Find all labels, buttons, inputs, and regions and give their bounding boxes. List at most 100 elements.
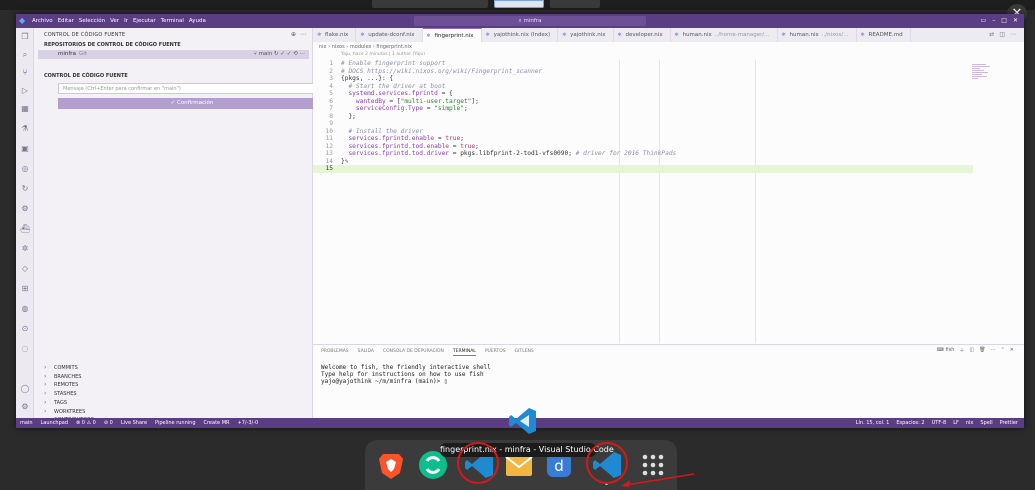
repos-header[interactable]: REPOSITORIOS DE CONTROL DE CÓDIGO FUENTE	[38, 42, 181, 48]
sidebar-section[interactable]: COMMITS	[38, 364, 309, 373]
repo-branch[interactable]: main	[259, 51, 273, 57]
breadcrumb[interactable]: nix › nixos › modules › fingerprint.nix	[319, 44, 412, 50]
command-center[interactable]: ⌕ minfra	[414, 16, 646, 26]
maximize-panel-icon[interactable]: ⌃	[1001, 347, 1005, 354]
testing-icon[interactable]: ⚗	[20, 124, 30, 134]
sidebar-section[interactable]: STASHES	[38, 390, 309, 399]
editor-tab[interactable]: ❄ human.nix ../nixos/...	[778, 28, 857, 42]
editor-tab[interactable]: ❄ yajothink.nix (Index)	[482, 28, 559, 42]
compare-icon[interactable]: ⇄	[989, 31, 994, 38]
repo-vcs: Git	[78, 51, 87, 57]
menu-item[interactable]: Ejecutar	[133, 17, 156, 25]
new-view-icon[interactable]: ⊕	[291, 31, 296, 38]
menu-item[interactable]: Ir	[124, 17, 128, 25]
more-icon[interactable]: ⋯	[991, 347, 996, 354]
status-item[interactable]: ⊗ 0 ⚠ 0	[76, 418, 96, 428]
sidebar-section[interactable]: TAGS	[38, 399, 309, 408]
status-item[interactable]: Prettier	[1000, 418, 1018, 428]
sidebar-section[interactable]: REMOTES	[38, 381, 309, 390]
commit-message-input[interactable]: Mensaje (Ctrl+Enter para confirmar en "m…	[58, 83, 326, 94]
copilot-icon[interactable]: ◍	[20, 304, 30, 314]
repo-row[interactable]: minfra Git ⑂ main ↻ ✓ ✓ ⟲ ⋯	[38, 50, 309, 59]
status-item[interactable]: Pipeline running	[155, 418, 195, 428]
explorer-icon[interactable]: ❐	[20, 32, 30, 42]
run-debug-icon[interactable]: ▷	[20, 86, 30, 96]
status-item[interactable]: Lín. 15, col. 1	[856, 418, 890, 428]
editor-tab[interactable]: ❄ flake.nix	[313, 28, 357, 42]
add-terminal-icon[interactable]: ＋	[959, 347, 964, 354]
menu-item[interactable]: Ver	[110, 17, 119, 25]
editor-tab[interactable]: ❄ human.nix ../home-manager/...	[671, 28, 778, 42]
remote-explorer-icon[interactable]: ▣	[20, 144, 30, 154]
code-editor[interactable]: 1 # Enable fingerprint support 2 # DOCS htt…	[313, 60, 973, 344]
status-item[interactable]: Create MR	[204, 418, 230, 428]
panel-tab[interactable]: SALIDA	[358, 348, 374, 356]
editor-tab[interactable]: ❄ yajothink.nix	[558, 28, 614, 42]
status-item[interactable]: Spell	[980, 418, 992, 428]
code-token: true	[460, 142, 476, 150]
panel-tab[interactable]: PUERTOS	[485, 348, 506, 356]
settings-gear-icon[interactable]: ⚙	[20, 402, 30, 412]
sidebar-section[interactable]: BRANCHES	[38, 373, 309, 382]
close-window-icon[interactable]: ✕	[1013, 17, 1018, 24]
editor-tab[interactable]: ❄ fingerprint.nix	[422, 28, 482, 42]
panel-tab[interactable]: PROBLEMAS	[321, 348, 349, 356]
editor-tab[interactable]: ❄ update-dconf.nix	[356, 28, 423, 42]
menu-item[interactable]: Selección	[79, 17, 105, 25]
panel-tab[interactable]: TERMINAL	[452, 348, 476, 356]
tab-label: fingerprint.nix	[434, 33, 474, 39]
terraform-icon[interactable]: ⊞	[20, 284, 30, 294]
editor-tab[interactable]: ❄ developer.nix	[614, 28, 671, 42]
panel-tab[interactable]: GITLENS	[515, 348, 534, 356]
status-item[interactable]: Launchpad	[41, 418, 69, 428]
split-editor-icon[interactable]: ◫	[999, 31, 1005, 38]
chat-icon[interactable]: ◌	[20, 344, 30, 354]
status-item[interactable]: Live Share	[121, 418, 147, 428]
status-item[interactable]: main	[20, 418, 33, 428]
sidebar-section[interactable]: WORKTREES	[38, 408, 309, 417]
docker-icon[interactable]: ⛴	[20, 224, 30, 234]
more-icon[interactable]: ⋯	[1010, 31, 1016, 38]
kill-terminal-icon[interactable]: 🗑	[979, 347, 985, 354]
workspace-thumb-2[interactable]	[494, 0, 544, 8]
commit-button[interactable]: ✓ Confirmación	[58, 98, 326, 109]
menu-item[interactable]: Terminal	[161, 17, 184, 25]
status-item[interactable]: UTF-8	[932, 418, 947, 428]
brave-icon[interactable]	[375, 449, 407, 481]
status-item[interactable]: nix	[966, 418, 974, 428]
split-terminal-icon[interactable]: ◫	[970, 347, 975, 354]
extensions-icon[interactable]: ▦	[20, 104, 30, 114]
gitlab-icon[interactable]: ◇	[20, 264, 30, 274]
account-icon[interactable]: ◯	[20, 384, 30, 394]
minimize-icon[interactable]: –	[992, 17, 995, 24]
panel-actions: ⌨ fish ＋ ◫ 🗑 ⋯ ⌃ ✕	[937, 347, 1014, 354]
menu-item[interactable]: Archivo	[32, 17, 53, 25]
gitlens-icon[interactable]: ◎	[20, 164, 30, 174]
panel-tab[interactable]: CONSOLA DE DEPURACIÓN	[383, 348, 444, 356]
workspace-thumb-1[interactable]	[372, 0, 488, 8]
terminal-shell[interactable]: ⌨ fish	[937, 347, 955, 354]
source-control-icon[interactable]: ⑂	[20, 68, 30, 78]
status-item[interactable]: ⊘ 0	[104, 418, 113, 428]
editor-tab[interactable]: ❄ README.md	[857, 28, 911, 42]
workspace-thumb-3[interactable]	[550, 0, 600, 8]
status-item[interactable]: Espacios: 2	[896, 418, 924, 428]
maximize-icon[interactable]: □	[1001, 17, 1007, 24]
layout-icon[interactable]: ▭	[981, 17, 987, 24]
timeline-icon[interactable]: ⊙	[20, 324, 30, 334]
status-item[interactable]: +7/-3/-0	[238, 418, 259, 428]
minimap[interactable]	[972, 64, 994, 86]
status-item[interactable]: LF	[953, 418, 959, 428]
menu-item[interactable]: Editar	[58, 17, 74, 25]
menu-item[interactable]: Ayuda	[189, 17, 206, 25]
blame-annotation[interactable]: Yaju, hace 2 minutos | 1 author (Yaju)	[341, 52, 425, 57]
more-actions-icon[interactable]: ⋯	[300, 31, 306, 38]
close-panel-icon[interactable]: ✕	[1010, 347, 1014, 354]
search-icon[interactable]: ⌕	[20, 50, 30, 60]
database-icon[interactable]: ⚙	[20, 204, 30, 214]
live-share-icon[interactable]: ↻	[20, 184, 30, 194]
terminal-output[interactable]: Welcome to fish, the friendly interactiv…	[321, 364, 491, 385]
code-line: 7 serviceConfig.Type = "simple";	[313, 105, 973, 113]
kubernetes-icon[interactable]: ✲	[20, 244, 30, 254]
scm-header[interactable]: CONTROL DE CÓDIGO FUENTE	[38, 73, 128, 79]
